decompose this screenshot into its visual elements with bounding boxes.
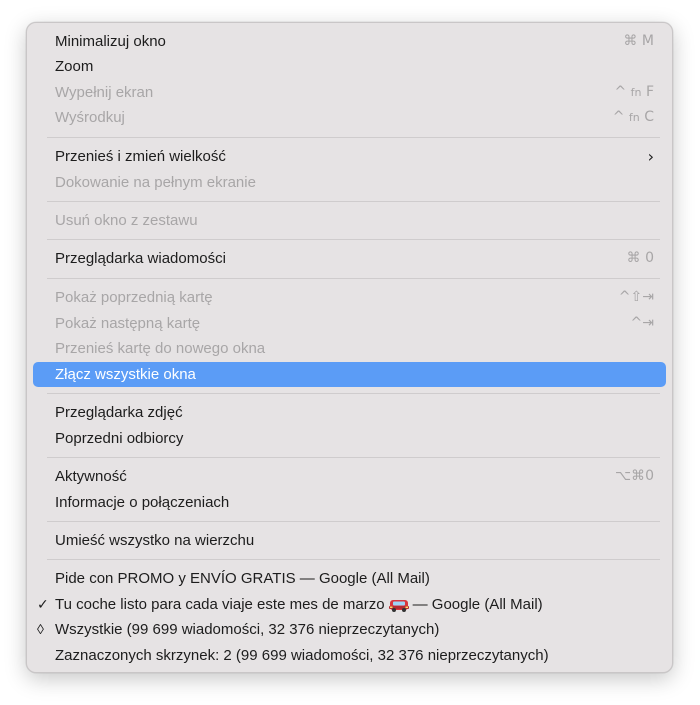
menu-item-label: Wypełnij ekran bbox=[55, 84, 154, 101]
shortcut-label: ^ fn C bbox=[613, 105, 654, 130]
chevron-right-icon: › bbox=[647, 147, 654, 166]
diamond-icon: ◊ bbox=[37, 621, 44, 637]
menu-item-minimize[interactable]: Minimalizuj okno ⌘ M bbox=[33, 29, 666, 54]
shortcut-label: ⌘ 0 bbox=[626, 250, 654, 266]
menu-item-label: Pokaż następną kartę bbox=[55, 315, 201, 332]
menu-item-previous-tab[interactable]: Pokaż poprzednią kartę ^⇧⇥ bbox=[33, 285, 666, 310]
menu-separator bbox=[47, 201, 660, 202]
shortcut-label: ⌘ M bbox=[623, 33, 654, 49]
menu-item-previous-recipients[interactable]: Poprzedni odbiorcy bbox=[33, 426, 666, 451]
menu-item-label: Zoom bbox=[55, 58, 94, 75]
menu-item-label: Tu coche listo para cada viaje este mes … bbox=[55, 592, 543, 617]
shortcut-label: ^ fn F bbox=[614, 80, 654, 105]
menu-item-label: Złącz wszystkie okna bbox=[55, 366, 196, 383]
menu-item-photo-browser[interactable]: Przeglądarka zdjęć bbox=[33, 400, 666, 425]
menu-item-message-viewer[interactable]: Przeglądarka wiadomości ⌘ 0 bbox=[33, 246, 666, 271]
menu-item-move-tab-new-window[interactable]: Przenieś kartę do nowego okna bbox=[33, 336, 666, 361]
menu-item-label: Minimalizuj okno bbox=[55, 33, 166, 50]
menu-item-label: Przenieś i zmień wielkość bbox=[55, 148, 226, 165]
menu-item-label: Aktywność bbox=[55, 468, 127, 485]
menu-item-label: Wszystkie (99 699 wiadomości, 32 376 nie… bbox=[55, 621, 440, 638]
menu-separator bbox=[47, 239, 660, 240]
menu-item-label: Zaznaczonych skrzynek: 2 (99 699 wiadomo… bbox=[55, 647, 549, 664]
shortcut-fn: fn bbox=[630, 86, 642, 99]
menu-item-next-tab[interactable]: Pokaż następną kartę ^⇥ bbox=[33, 311, 666, 336]
menu-item-zoom[interactable]: Zoom bbox=[33, 54, 666, 79]
menu-item-label: Pide con PROMO y ENVÍO GRATIS — Google (… bbox=[55, 570, 430, 587]
menu-item-selected-mailboxes[interactable]: Zaznaczonych skrzynek: 2 (99 699 wiadomo… bbox=[33, 643, 666, 668]
menu-separator bbox=[47, 559, 660, 560]
shortcut-label: ⌥⌘0 bbox=[614, 468, 654, 484]
menu-item-window-promo[interactable]: Pide con PROMO y ENVÍO GRATIS — Google (… bbox=[33, 566, 666, 591]
menu-item-label: Umieść wszystko na wierzchu bbox=[55, 532, 255, 549]
car-icon bbox=[388, 600, 409, 613]
menu-item-fullscreen-tile[interactable]: Dokowanie na pełnym ekranie bbox=[33, 170, 666, 195]
menu-item-merge-all-windows[interactable]: Złącz wszystkie okna bbox=[33, 362, 666, 387]
shortcut-key: C bbox=[644, 109, 654, 125]
menu-item-label: Poprzedni odbiorcy bbox=[55, 430, 184, 447]
shortcut-modifier: ^ bbox=[614, 84, 627, 100]
menu-item-center[interactable]: Wyśrodkuj ^ fn C bbox=[33, 105, 666, 130]
menu-separator bbox=[47, 393, 660, 394]
window-menu: Minimalizuj okno ⌘ M Zoom Wypełnij ekran… bbox=[26, 22, 673, 673]
window-account: — Google (All Mail) bbox=[412, 596, 543, 613]
menu-item-label: Przenieś kartę do nowego okna bbox=[55, 340, 266, 357]
menu-item-window-car-offer[interactable]: ✓ Tu coche listo para cada viaje este me… bbox=[33, 592, 666, 617]
menu-item-label: Informacje o połączeniach bbox=[55, 494, 230, 511]
menu-separator bbox=[47, 278, 660, 279]
menu-separator bbox=[47, 457, 660, 458]
menu-item-bring-all-to-front[interactable]: Umieść wszystko na wierzchu bbox=[33, 528, 666, 553]
checkmark-icon: ✓ bbox=[37, 596, 49, 612]
window-title: Tu coche listo para cada viaje este mes … bbox=[55, 596, 385, 613]
menu-item-label: Dokowanie na pełnym ekranie bbox=[55, 174, 256, 191]
menu-item-all-mailboxes[interactable]: ◊ Wszystkie (99 699 wiadomości, 32 376 n… bbox=[33, 617, 666, 642]
menu-item-connection-info[interactable]: Informacje o połączeniach bbox=[33, 490, 666, 515]
shortcut-fn: fn bbox=[628, 111, 640, 124]
menu-item-remove-from-set[interactable]: Usuń okno z zestawu bbox=[33, 208, 666, 233]
menu-item-label: Przeglądarka wiadomości bbox=[55, 250, 226, 267]
menu-separator bbox=[47, 521, 660, 522]
menu-item-label: Usuń okno z zestawu bbox=[55, 212, 198, 229]
menu-item-label: Wyśrodkuj bbox=[55, 109, 125, 126]
shortcut-label: ^⇧⇥ bbox=[618, 289, 654, 305]
shortcut-key: F bbox=[645, 84, 654, 100]
shortcut-label: ^⇥ bbox=[630, 315, 654, 331]
menu-item-fill-screen[interactable]: Wypełnij ekran ^ fn F bbox=[33, 80, 666, 105]
shortcut-modifier: ^ bbox=[612, 109, 625, 125]
menu-item-move-resize[interactable]: Przenieś i zmień wielkość › bbox=[33, 144, 666, 169]
menu-item-label: Przeglądarka zdjęć bbox=[55, 404, 183, 421]
menu-separator bbox=[47, 137, 660, 138]
menu-item-activity[interactable]: Aktywność ⌥⌘0 bbox=[33, 464, 666, 489]
menu-item-label: Pokaż poprzednią kartę bbox=[55, 289, 213, 306]
